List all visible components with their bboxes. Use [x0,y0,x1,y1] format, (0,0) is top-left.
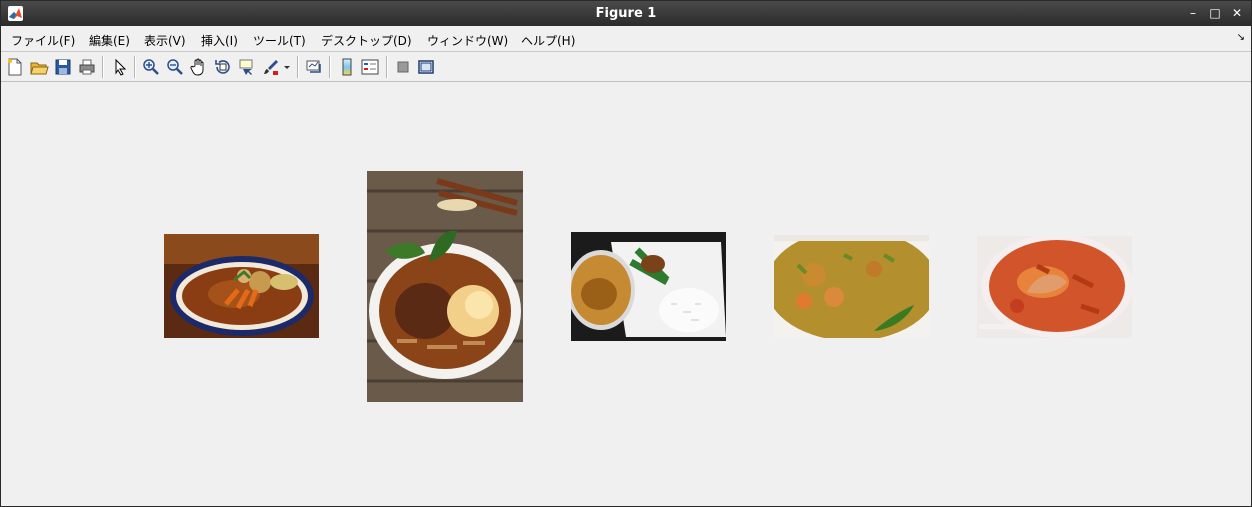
menu-file[interactable]: ファイル(F) [11,32,75,49]
pointer-icon[interactable] [110,57,130,77]
menu-desktop[interactable]: デスクトップ(D) [321,32,412,49]
figure-canvas[interactable] [1,82,1251,506]
print-icon[interactable] [77,57,97,77]
brush-dropdown-icon[interactable] [282,57,292,77]
pan-hand-icon[interactable] [189,57,209,77]
open-file-icon[interactable] [29,57,49,77]
figure-window: Figure 1 – □ ✕ ファイル(F) 編集(E) 表示(V) 挿入(I)… [0,0,1252,507]
data-cursor-icon[interactable] [237,57,257,77]
show-plot-tools-icon[interactable] [416,57,436,77]
figure-toolbar [1,53,1251,82]
save-icon[interactable] [53,57,73,77]
title-bar[interactable]: Figure 1 – □ ✕ [1,1,1251,26]
new-figure-icon[interactable] [5,57,25,77]
rotate-3d-icon[interactable] [213,57,233,77]
minimize-button[interactable]: – [1185,5,1201,21]
legend-icon[interactable] [360,57,380,77]
curry-bento-image-3 [571,232,726,341]
menu-view[interactable]: 表示(V) [144,32,186,49]
menu-help[interactable]: ヘルプ(H) [521,32,575,49]
window-title: Figure 1 [595,6,657,21]
menu-window[interactable]: ウィンドウ(W) [427,32,508,49]
hide-plot-tools-icon[interactable] [393,57,413,77]
colorbar-icon[interactable] [337,57,357,77]
curry-bowl-image-1 [164,234,319,338]
menu-insert[interactable]: 挿入(I) [201,32,238,49]
zoom-in-icon[interactable] [141,57,161,77]
curry-red-image-5 [977,236,1132,338]
close-button[interactable]: ✕ [1229,5,1245,21]
zoom-out-icon[interactable] [165,57,185,77]
brush-icon[interactable] [261,57,281,77]
maximize-button[interactable]: □ [1207,5,1223,21]
curry-shrimp-image-4 [774,235,929,338]
link-plot-icon[interactable] [304,57,324,77]
menu-bar: ファイル(F) 編集(E) 表示(V) 挿入(I) ツール(T) デスクトップ(… [1,27,1251,52]
menu-edit[interactable]: 編集(E) [89,32,130,49]
curry-bowl-image-2 [367,171,523,402]
menu-tools[interactable]: ツール(T) [253,32,306,49]
dock-arrow-icon[interactable]: ↘ [1237,32,1245,43]
